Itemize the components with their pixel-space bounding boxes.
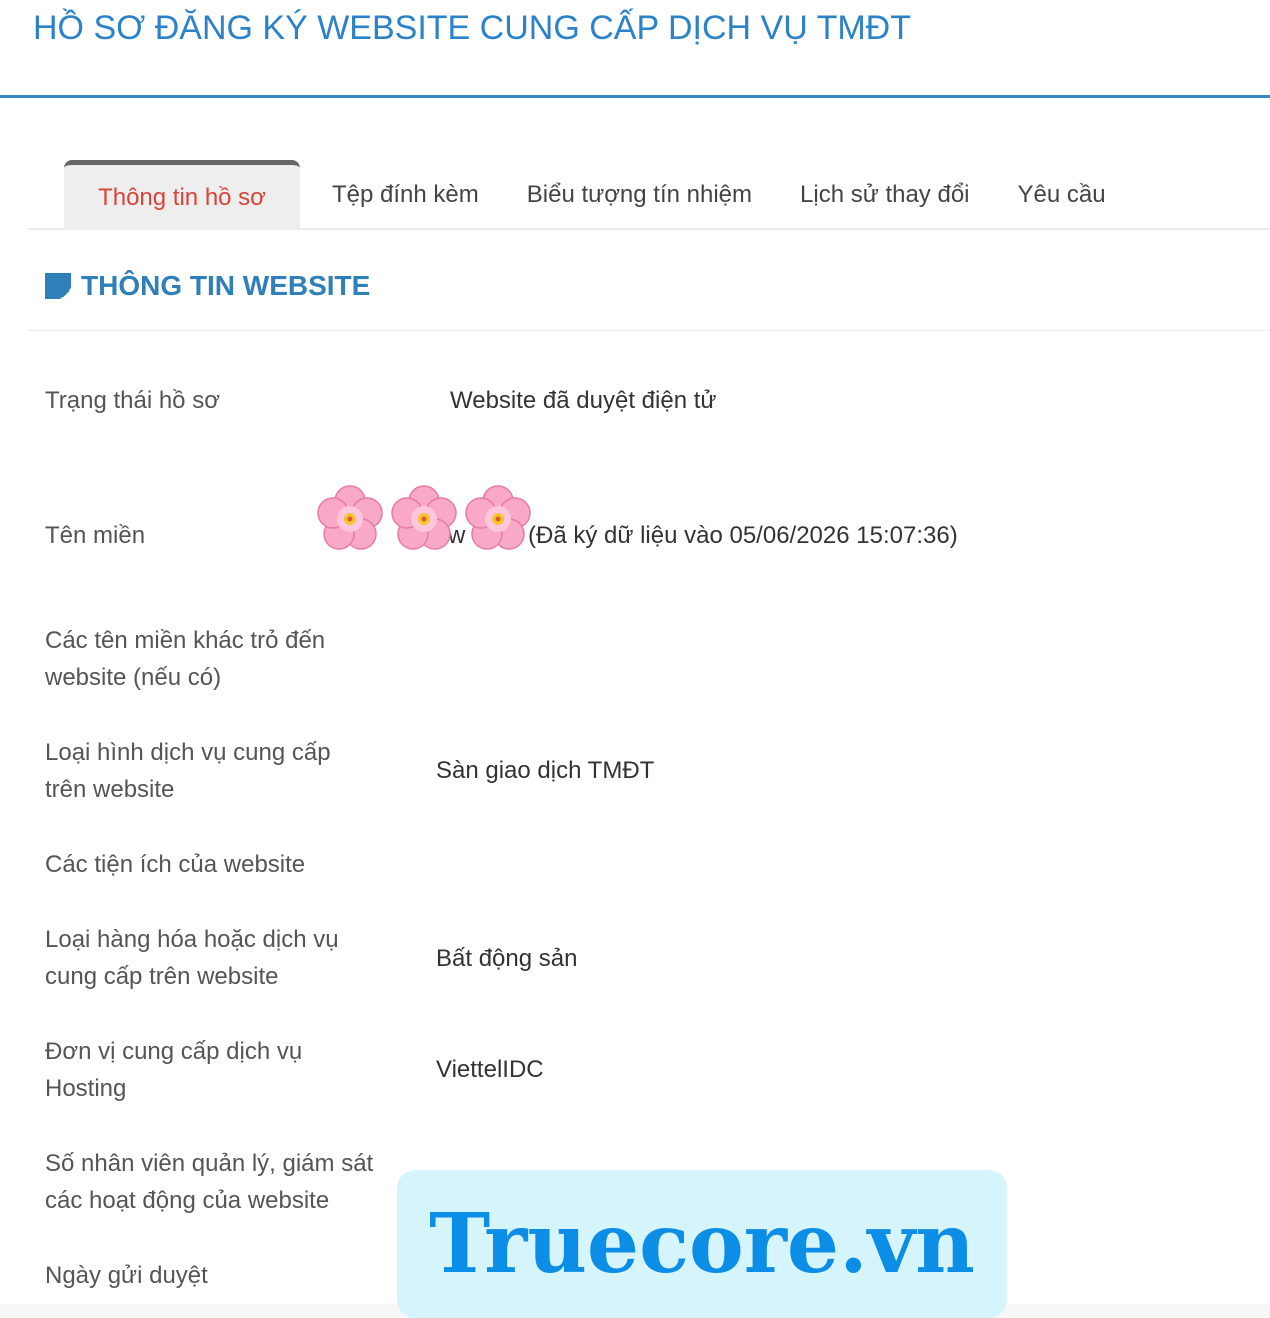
- edit-note-icon: [45, 273, 71, 299]
- field-value-goods-type: Bất động sản: [436, 945, 578, 972]
- tab-bar: Thông tin hồ sơ Tệp đính kèm Biểu tượng …: [64, 158, 1130, 230]
- field-label-status: Trạng thái hồ sơ: [45, 387, 220, 414]
- page: HỒ SƠ ĐĂNG KÝ WEBSITE CUNG CẤP DỊCH VỤ T…: [0, 0, 1270, 1318]
- field-value-service-type: Sàn giao dịch TMĐT: [436, 757, 655, 784]
- tab-yeu-cau[interactable]: Yêu cầu: [994, 160, 1130, 230]
- tab-thong-tin-ho-so[interactable]: Thông tin hồ sơ: [64, 160, 300, 230]
- watermark-badge: Truecore.vn: [397, 1170, 1007, 1318]
- title-divider: [0, 95, 1270, 98]
- tab-bieu-tuong-tin-nhiem[interactable]: Biểu tượng tín nhiệm: [503, 160, 776, 230]
- field-label-service-type: Loại hình dịch vụ cung cấp trên website: [45, 739, 331, 803]
- field-label-utilities: Các tiện ích của website: [45, 851, 306, 878]
- page-title: HỒ SƠ ĐĂNG KÝ WEBSITE CUNG CẤP DỊCH VỤ T…: [33, 8, 911, 48]
- field-label-other-domains: Các tên miền khác trỏ đến website (nếu c…: [45, 627, 326, 691]
- section-title: THÔNG TIN WEBSITE: [81, 270, 371, 301]
- field-label-staff: Số nhân viên quản lý, giám sát các hoạt …: [45, 1150, 374, 1214]
- watermark-text: Truecore.vn: [429, 1196, 975, 1292]
- field-value-hosting: ViettelIDC: [436, 1056, 544, 1083]
- field-label-hosting: Đơn vị cung cấp dịch vụ Hosting: [45, 1038, 303, 1102]
- field-value-status: Website đã duyệt điện tử: [450, 387, 717, 414]
- field-label-goods-type: Loại hàng hóa hoặc dịch vụ cung cấp trên…: [45, 926, 339, 990]
- section-divider: [28, 330, 1270, 331]
- field-value-domain: (Đã ký dữ liệu vào 05/06/2026 15:07:36): [528, 522, 958, 549]
- tab-lich-su-thay-doi[interactable]: Lịch sử thay đổi: [776, 160, 994, 230]
- tab-divider: [28, 228, 1270, 230]
- tab-tep-dinh-kem[interactable]: Tệp đính kèm: [308, 160, 503, 230]
- cherry-blossom-icon: [317, 485, 531, 550]
- field-label-submit-date: Ngày gửi duyệt: [45, 1262, 208, 1289]
- section-header: THÔNG TIN WEBSITE: [45, 270, 370, 302]
